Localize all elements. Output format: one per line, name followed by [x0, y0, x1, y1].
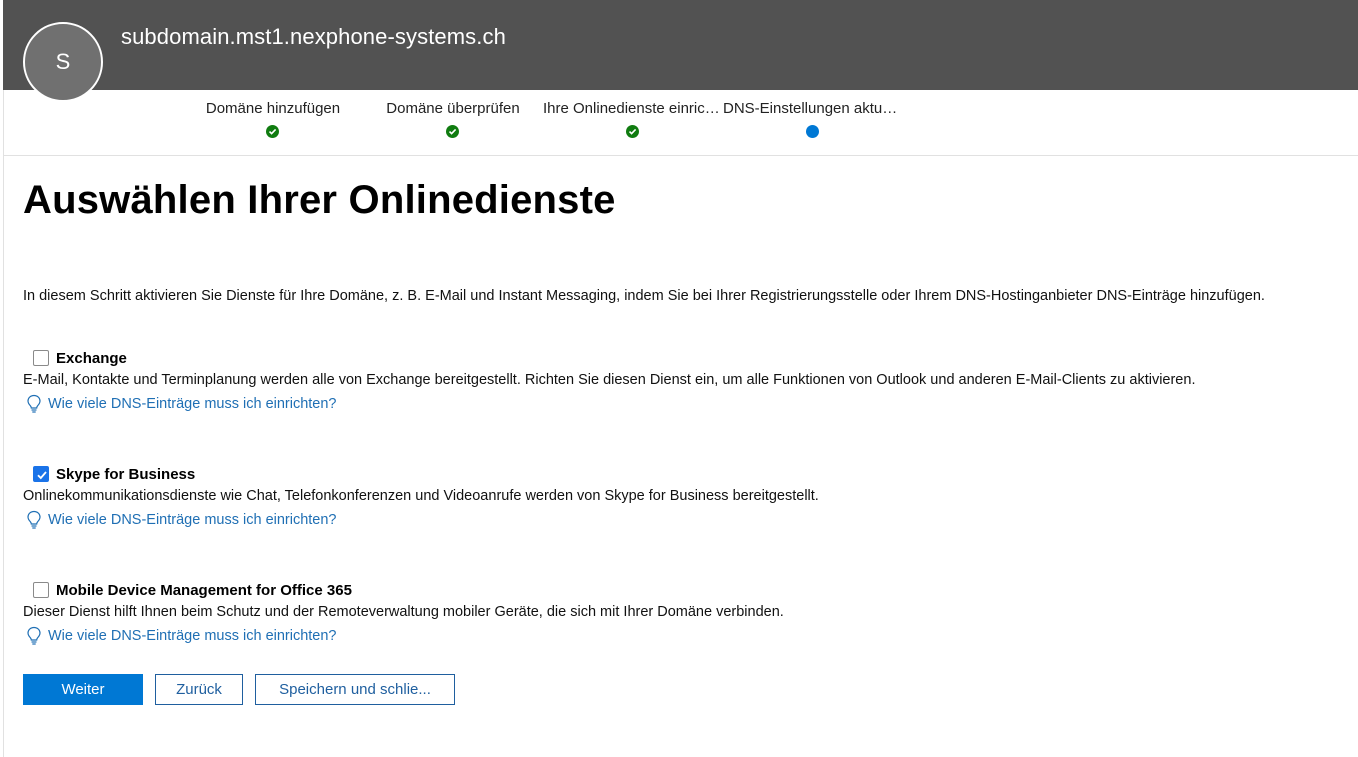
link-text[interactable]: Wie viele DNS-Einträge muss ich einricht… [48, 396, 337, 412]
dns-help-link[interactable]: Wie viele DNS-Einträge muss ich einricht… [23, 393, 1343, 415]
check-circle-icon [266, 125, 279, 138]
mobile-device-management-checkbox[interactable] [33, 582, 49, 598]
next-button[interactable]: Weiter [23, 674, 143, 705]
check-circle-icon [446, 125, 459, 138]
lightbulb-icon [27, 510, 41, 529]
link-text[interactable]: Wie viele DNS-Einträge muss ich einricht… [48, 512, 337, 528]
link-text[interactable]: Wie viele DNS-Einträge muss ich einricht… [48, 628, 337, 644]
header-bar: subdomain.mst1.nexphone-systems.ch [3, 0, 1358, 90]
check-circle-icon [626, 125, 639, 138]
step-label: Domäne hinzufügen [205, 100, 341, 117]
service-header: Exchange [23, 347, 1343, 369]
dns-help-link[interactable]: Wie viele DNS-Einträge muss ich einricht… [23, 509, 1343, 531]
back-button[interactable]: Zurück [155, 674, 243, 705]
current-step-dot-icon [806, 125, 819, 138]
save-and-close-button[interactable]: Speichern und schlie... [255, 674, 455, 705]
page-title: Auswählen Ihrer Onlinedienste [23, 178, 616, 222]
avatar: S [23, 22, 103, 102]
step-add-domain: Domäne hinzufügen [183, 100, 363, 150]
intro-text: In diesem Schritt aktivieren Sie Dienste… [23, 288, 1265, 304]
lightbulb-icon [27, 626, 41, 645]
service-description: E-Mail, Kontakte und Terminplanung werde… [23, 372, 1196, 388]
step-label: Domäne überprüfen [386, 100, 520, 117]
service-name: Skype for Business [56, 465, 196, 483]
dns-help-link[interactable]: Wie viele DNS-Einträge muss ich einricht… [23, 625, 1343, 647]
service-name: Exchange [56, 349, 127, 367]
step-setup-services: Ihre Onlinedienste einrichten [543, 100, 723, 150]
service-exchange: Exchange E-Mail, Kontakte und Terminplan… [23, 347, 1343, 415]
service-header: Mobile Device Management for Office 365 [23, 579, 1343, 601]
step-update-dns: DNS-Einstellungen aktualisieren [723, 100, 903, 150]
step-label: Ihre Onlinedienste einrichten [543, 100, 723, 117]
service-description: Onlinekommunikationsdienste wie Chat, Te… [23, 488, 819, 504]
exchange-checkbox[interactable] [33, 350, 49, 366]
divider [3, 155, 1358, 156]
step-label: DNS-Einstellungen aktualisieren [723, 100, 903, 117]
service-description: Dieser Dienst hilft Ihnen beim Schutz un… [23, 604, 784, 620]
checkmark-icon [37, 471, 47, 480]
wizard-steps: Domäne hinzufügen Domäne überprüfen Ihre… [183, 92, 943, 154]
service-header: Skype for Business [23, 463, 1343, 485]
service-mobile-device-management: Mobile Device Management for Office 365 … [23, 579, 1343, 647]
domain-title: subdomain.mst1.nexphone-systems.ch [121, 24, 506, 49]
step-verify-domain: Domäne überprüfen [363, 100, 543, 150]
service-skype-for-business: Skype for Business Onlinekommunikationsd… [23, 463, 1343, 531]
skype-for-business-checkbox[interactable] [33, 466, 49, 482]
service-name: Mobile Device Management for Office 365 [56, 581, 352, 599]
lightbulb-icon [27, 394, 41, 413]
